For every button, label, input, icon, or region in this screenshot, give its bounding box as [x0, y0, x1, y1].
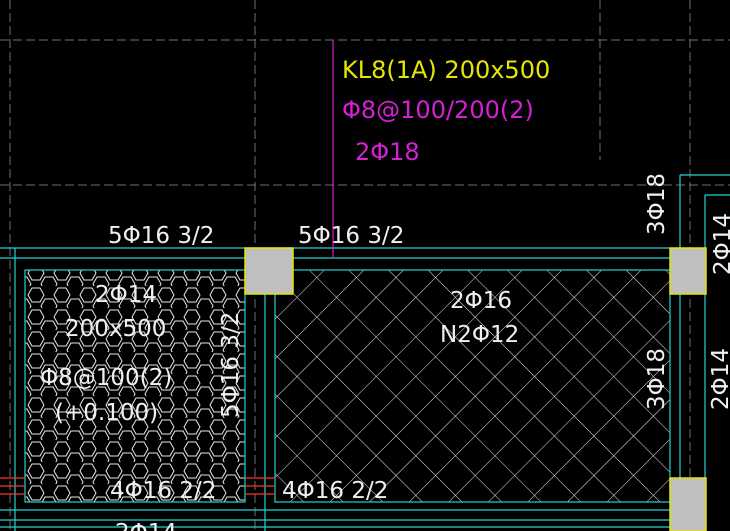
right-top-support-rebar: 5Φ16 3/2	[298, 223, 404, 249]
left-size: 200x500	[65, 316, 166, 342]
left-bottom-rebar: 4Φ16 2/2	[110, 478, 216, 504]
column-right-bottom[interactable]	[669, 477, 707, 531]
right-top-bars: 2Φ16	[450, 288, 512, 314]
beam-callout-top-bars: 2Φ18	[355, 138, 420, 166]
left-top-support-rebar: 5Φ16 3/2	[108, 223, 214, 249]
left-stirrup: Φ8@100(2)	[40, 365, 172, 391]
far-right-vertical-1: 2Φ14	[710, 213, 730, 275]
left-top-bars: 2Φ14	[95, 282, 157, 308]
beam-callout-stirrup: Φ8@100/200(2)	[342, 96, 534, 124]
left-side-rebar-vertical: 5Φ16 3/2	[218, 312, 244, 418]
far-right-vertical-2: 2Φ14	[708, 348, 730, 410]
left-elevation: (+0.100)	[55, 400, 158, 426]
right-upper-vertical: 3Φ18	[644, 173, 670, 235]
right-side-rebar-vertical: 3Φ18	[644, 348, 670, 410]
column-middle[interactable]	[244, 247, 294, 295]
cad-drawing-canvas[interactable]: KL8(1A) 200x500 Φ8@100/200(2) 2Φ18 5Φ16 …	[0, 0, 730, 531]
column-right-top[interactable]	[669, 247, 707, 295]
right-waist-bars: N2Φ12	[440, 322, 519, 348]
left-below-fragment: 2Φ14	[115, 520, 177, 531]
beam-callout[interactable]: KL8(1A) 200x500 Φ8@100/200(2) 2Φ18	[342, 56, 550, 166]
right-bottom-rebar: 4Φ16 2/2	[282, 478, 388, 504]
beam-callout-name: KL8(1A) 200x500	[342, 56, 550, 84]
